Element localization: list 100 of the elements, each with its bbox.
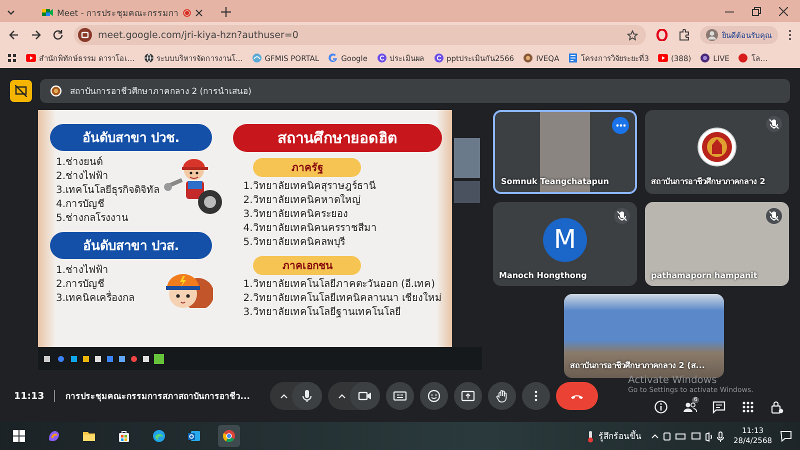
present-screen-icon [460, 389, 475, 403]
more-vertical-icon[interactable] [788, 29, 792, 41]
google-logo-icon [328, 53, 338, 63]
more-options-button[interactable] [612, 117, 629, 134]
list-item: 1.ช่างไฟฟ้า [56, 264, 110, 278]
shopping-bag-icon [117, 429, 131, 443]
folder-icon [82, 429, 96, 443]
list-item: 2.การบัญชี [56, 278, 106, 290]
restore-icon[interactable] [752, 6, 761, 16]
people-icon [683, 400, 697, 414]
info-icon [654, 400, 668, 414]
emblem-icon [50, 85, 62, 97]
more-horizontal-icon [616, 124, 626, 127]
windows-logo-icon [12, 429, 26, 443]
list-item: 4.การบัญชี [56, 198, 106, 212]
presenter-title: สถาบันการอาชีวศึกษาภาคกลาง 2 (การนำเสนอ) [70, 86, 252, 98]
video-camera-icon [358, 389, 372, 403]
host-controls-button[interactable] [770, 400, 784, 414]
dot-logo-icon [738, 53, 748, 63]
chat-button[interactable] [712, 400, 726, 414]
puzzle-icon[interactable] [678, 29, 690, 41]
list-item: 1.ช่างยนต์ [56, 156, 104, 170]
swirl-logo-icon [47, 429, 61, 443]
document-icon [568, 53, 578, 63]
notification-icon[interactable] [780, 430, 792, 442]
bookmark-star-icon[interactable] [627, 30, 638, 40]
mail-logo-icon [187, 429, 201, 443]
list-item: 4.วิทยาลัยเทคนิคนครราชสีมา [243, 222, 377, 236]
list-item: 3.วิทยาลัยเทคโนโลยีฐานเทคโนโลยี [243, 306, 402, 320]
category-heading: อันดับสาขา ปวส. [50, 232, 212, 259]
presentation-off-icon [15, 85, 27, 97]
camera-button[interactable] [350, 382, 380, 410]
new-tab-icon[interactable] [220, 7, 231, 17]
captions-icon [392, 389, 407, 403]
chrome-logo-icon [222, 429, 236, 443]
meeting-time: 11:13 [14, 390, 44, 402]
forward-arrow-icon[interactable] [30, 29, 42, 41]
leave-call-button[interactable] [556, 382, 598, 410]
close-icon[interactable] [194, 8, 203, 16]
caret-up-icon [280, 392, 288, 400]
list-item: 3.เทคโนโลยีธุรกิจดิจิทัล [56, 184, 160, 198]
reload-icon[interactable] [52, 29, 64, 41]
slide-title: สถานศึกษายอดฮิต [233, 124, 442, 152]
caret-up-icon [338, 392, 346, 400]
play-logo-icon [26, 53, 36, 63]
browser-tab[interactable]: Meet - การประชุมคณะกรรมกา [36, 3, 209, 22]
list-item: 5.วิทยาลัยเทคนิคลพบุรี [243, 236, 346, 250]
list-item: 2.วิทยาลัยเทคโนโลยีเทคนิคลานนา เชียงใหม่ [243, 292, 442, 306]
participant-name: สถาบันการอาชีวศึกษาภาคกลาง 2 (ส... [570, 360, 705, 372]
info-button[interactable] [654, 400, 668, 414]
back-arrow-icon[interactable] [8, 29, 20, 41]
sector-heading: ภาครัฐ [253, 158, 362, 177]
reactions-button[interactable] [420, 382, 448, 410]
microphone-icon [300, 389, 314, 403]
address-bar[interactable]: meet.google.com/jri-kiya-hzn?authuser=0 [74, 25, 646, 45]
present-button[interactable] [454, 382, 482, 410]
list-item: 2.วิทยาลัยเทคนิคหาดใหญ่ [243, 194, 362, 208]
meeting-title: การประชุมคณะกรรมการสภาสถาบันการอาชีว... [65, 390, 250, 403]
raise-hand-button[interactable] [488, 382, 516, 410]
captions-button[interactable] [386, 382, 414, 410]
globe-icon [144, 53, 154, 63]
chat-bubble-icon [712, 400, 726, 414]
url-text: meet.google.com/jri-kiya-hzn?authuser=0 [98, 30, 300, 40]
ring-logo-icon[interactable] [656, 29, 668, 41]
apps-grid-icon [741, 400, 755, 414]
activation-title: Activate Windows [628, 375, 717, 386]
emblem-icon [697, 127, 737, 167]
microphone-button[interactable] [292, 382, 322, 410]
seal-logo-icon [523, 53, 534, 63]
smiley-icon [426, 389, 441, 403]
category-heading: อันดับสาขา ปวช. [50, 124, 212, 151]
participant-name: Manoch Hongthong [499, 271, 587, 280]
list-item: 3.วิทยาลัยเทคนิคระยอง [243, 208, 349, 222]
portal-logo-icon [252, 53, 262, 63]
chrome-browser-button[interactable] [218, 425, 240, 447]
live-logo-icon [700, 53, 710, 63]
presentation-button[interactable] [10, 80, 32, 102]
sector-heading: ภาคเอกชน [253, 256, 362, 275]
participant-name: pathamaporn hampanit [651, 271, 758, 280]
play-logo-icon [658, 53, 668, 63]
site-info-icon [78, 28, 92, 42]
apps-grid-icon[interactable] [8, 54, 17, 62]
tab-title: Meet - การประชุมคณะกรรมกา [57, 8, 179, 20]
lock-person-icon [770, 400, 784, 414]
thumbnail-placeholder [454, 181, 480, 203]
list-item: 3.เทคนิคเครื่องกล [56, 292, 135, 306]
close-icon[interactable] [779, 6, 788, 16]
activities-button[interactable] [741, 400, 755, 414]
tray-icons-drawing[interactable] [650, 430, 726, 442]
list-item: 1.วิทยาลัยเทคนิคสุราษฎร์ธานี [243, 180, 377, 194]
wave-logo-icon [152, 429, 166, 443]
participant-name: สถาบันการอาชีวศึกษาภาคกลาง 2 [651, 176, 766, 188]
video-camera-icon [42, 7, 53, 18]
weather-widget[interactable]: รู้สึกร้อนขึ้น [584, 429, 642, 443]
list-item: 5.ช่างกลโรงงาน [56, 212, 130, 226]
hand-icon [494, 389, 509, 403]
list-item: 1.วิทยาลัยเทคโนโลยีภาคตะวันออก (อี.เทค) [243, 278, 436, 292]
list-item: 2.ช่างไฟฟ้า [56, 170, 110, 184]
thumbnail-placeholder [454, 138, 480, 178]
mechanic-cartoon-drawing [164, 156, 224, 216]
